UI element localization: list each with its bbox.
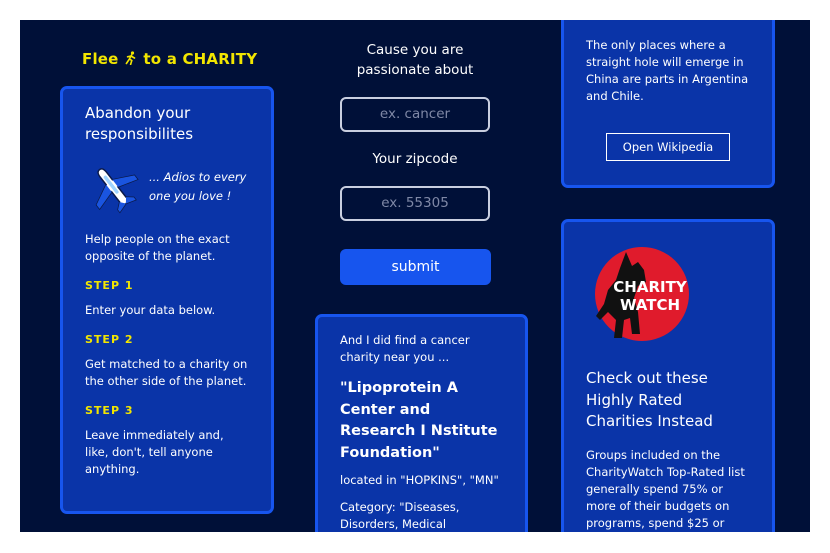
app-page: Flee to a CHARITY Abandon your responsib… (20, 20, 810, 532)
brand-title-suffix: to a CHARITY (143, 50, 258, 68)
intro-title: Abandon your responsibilites (85, 104, 194, 143)
step-3-label: STEP 3 (85, 404, 134, 417)
logo-text-charity: CHARITY (613, 278, 688, 296)
charitywatch-logo: CHARITY WATCH (586, 242, 696, 352)
search-form: Cause you are passionate about ex. cance… (340, 40, 491, 285)
cause-label: Cause you are passionate about (356, 42, 474, 78)
wiki-fact-card: The only places where a straight hole wi… (561, 20, 775, 188)
plane-row: ... Adios to every one you love ! (85, 159, 249, 215)
brand-title-prefix: Flee (82, 50, 119, 68)
charity-name: "Lipoprotein A Center and Research I Nst… (340, 380, 498, 461)
intro-card: Abandon your responsibilites ... Adios t… (60, 86, 274, 514)
zipcode-label: Your zipcode (372, 151, 458, 167)
brand-title: Flee to a CHARITY (82, 50, 257, 68)
step-1-text: Enter your data below. (85, 303, 216, 317)
submit-button[interactable]: submit (340, 249, 491, 285)
charitywatch-description: Groups included on the CharityWatch Top-… (586, 447, 745, 530)
logo-text-watch: WATCH (620, 296, 680, 314)
step-2-text: Get matched to a charity on the other si… (85, 357, 248, 388)
step-3-text: Leave immediately and, like, don't, tell… (85, 428, 224, 476)
running-person-icon (124, 50, 143, 68)
cause-input[interactable]: ex. cancer (340, 97, 490, 132)
result-card: And I did find a cancer charity near you… (315, 314, 528, 532)
charity-category: Category: "Diseases, Disorders, Medical … (340, 500, 460, 531)
intro-description: Help people on the exact opposite of the… (85, 232, 230, 263)
intro-tagline: ... Adios to every one you love ! (149, 170, 247, 203)
result-intro: And I did find a cancer charity near you… (340, 333, 470, 364)
wiki-fact-text: The only places where a straight hole wi… (586, 38, 749, 103)
open-wikipedia-button[interactable]: Open Wikipedia (606, 133, 730, 161)
airplane-icon (85, 159, 141, 215)
zipcode-input[interactable]: ex. 55305 (340, 186, 490, 221)
step-2-label: STEP 2 (85, 333, 134, 346)
charity-location: located in "HOPKINS", "MN" (340, 473, 499, 487)
step-1-label: STEP 1 (85, 279, 134, 292)
charitywatch-headline: Check out these Highly Rated Charities I… (586, 369, 713, 430)
charitywatch-card: CHARITY WATCH Check out these Highly Rat… (561, 219, 775, 532)
